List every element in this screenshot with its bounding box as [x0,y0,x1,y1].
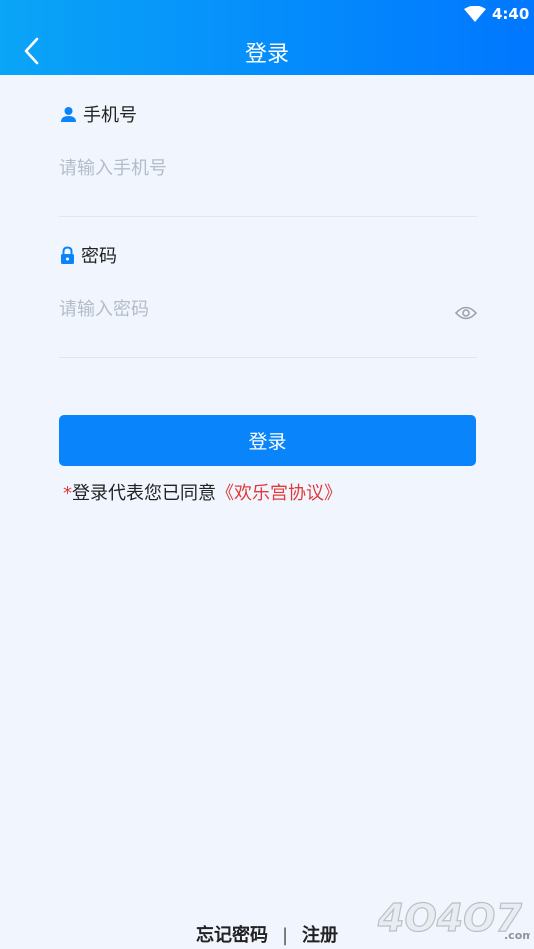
phone-label: 手机号 [60,101,137,127]
agreement-text: 登录代表您已同意 [72,483,216,504]
forgot-password-link[interactable]: 忘记密码 [196,925,268,946]
header-bar: 4:40 登录 [0,0,534,75]
password-input[interactable] [59,294,444,324]
wifi-icon [464,6,486,22]
status-time: 4:40 [492,5,530,23]
agreement-notice: *登录代表您已同意《欢乐宫协议》 [63,479,342,505]
eye-icon[interactable] [455,305,477,321]
password-divider [59,357,477,358]
phone-input[interactable] [59,153,477,183]
watermark-text: 4O4O7 [377,896,522,940]
page-title: 登录 [244,42,289,67]
register-link[interactable]: 注册 [302,925,338,946]
footer-separator: | [281,925,289,946]
phone-label-text: 手机号 [83,105,137,126]
status-bar: 4:40 [0,0,534,28]
watermark-logo: 4O4O7 .com [376,895,530,942]
agreement-link[interactable]: 《欢乐宫协议》 [216,483,342,504]
watermark-domain: .com [504,929,530,942]
lock-icon [61,246,74,264]
login-button[interactable]: 登录 [59,415,476,466]
required-star: * [63,483,72,504]
password-label-text: 密码 [81,246,117,267]
password-label: 密码 [60,242,117,268]
phone-divider [59,216,477,217]
user-icon [61,106,76,122]
